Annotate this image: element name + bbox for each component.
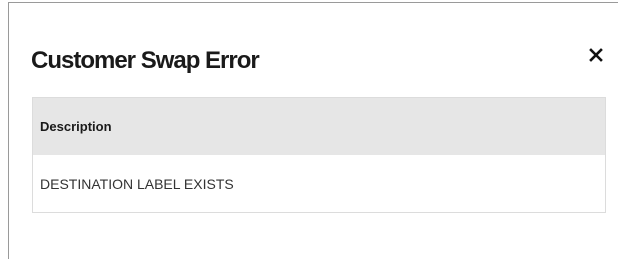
error-table: Description DESTINATION LABEL EXISTS xyxy=(32,97,606,213)
dialog-title: Customer Swap Error xyxy=(31,47,260,74)
column-header-description: Description xyxy=(40,119,112,134)
error-dialog: Customer Swap Error Description DESTINAT… xyxy=(8,2,618,259)
table-header: Description xyxy=(33,98,605,155)
table-row: DESTINATION LABEL EXISTS xyxy=(33,155,605,212)
description-cell: DESTINATION LABEL EXISTS xyxy=(40,175,234,192)
close-icon xyxy=(589,48,603,62)
close-button[interactable] xyxy=(584,43,608,67)
